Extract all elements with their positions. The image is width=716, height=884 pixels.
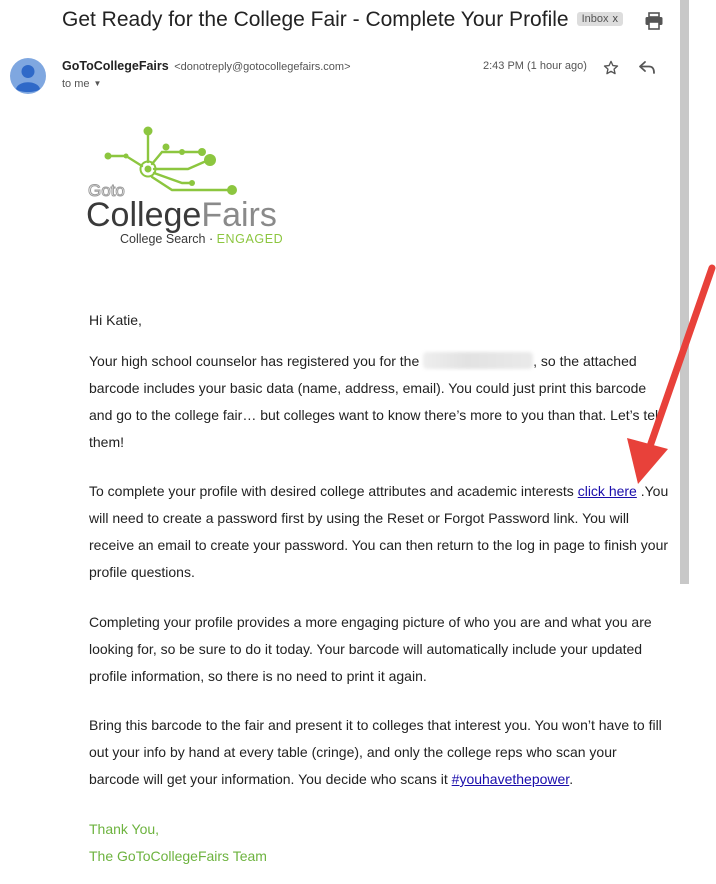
print-icon[interactable] <box>644 12 664 30</box>
greeting: Hi Katie, <box>89 312 142 328</box>
p4-text-start: Bring this barcode to the fair and prese… <box>89 717 662 787</box>
logo-tagline: College Search · ENGAGED <box>120 232 283 246</box>
sender-name: GoToCollegeFairs <box>62 59 169 73</box>
sender-email: <donotreply@gotocollegefairs.com> <box>174 61 351 73</box>
p1-text-start: Your high school counselor has registere… <box>89 353 424 369</box>
signoff-thank-you: Thank You, <box>89 821 160 837</box>
gotocollegefairs-logo: Goto CollegeFairs College Search · ENGAG… <box>86 126 283 246</box>
recipient-details-toggle[interactable]: to me ▼ <box>62 78 101 90</box>
paragraph-registration: Your high school counselor has registere… <box>89 348 669 456</box>
inbox-label-text: Inbox <box>581 13 609 25</box>
remove-label-button[interactable]: x <box>613 13 619 25</box>
inbox-label-badge: Inbox x <box>576 12 624 26</box>
subject-text: Get Ready for the College Fair - Complet… <box>62 8 569 31</box>
paragraph-complete-profile: To complete your profile with desired co… <box>89 478 669 586</box>
youhavethepower-link[interactable]: #youhavethepower <box>452 771 570 787</box>
paragraph-engaging-profile: Completing your profile provides a more … <box>89 614 652 684</box>
email-subject: Get Ready for the College Fair - Complet… <box>62 8 624 32</box>
recipient-text: to me <box>62 78 90 90</box>
email-timestamp: 2:43 PM (1 hour ago) <box>483 60 587 72</box>
paragraph-bring-barcode: Bring this barcode to the fair and prese… <box>89 712 669 793</box>
p2-text-start: To complete your profile with desired co… <box>89 483 578 499</box>
logo-wordmark: CollegeFairs <box>86 196 277 234</box>
reply-icon[interactable] <box>638 60 656 76</box>
chevron-down-icon: ▼ <box>93 79 102 88</box>
signoff-team: The GoToCollegeFairs Team <box>89 848 267 864</box>
sender-info: GoToCollegeFairs <donotreply@gotocollege… <box>62 59 351 73</box>
annotation-arrow <box>627 264 716 484</box>
redacted-event-name <box>423 352 534 369</box>
star-icon[interactable] <box>602 59 620 77</box>
p4-text-end: . <box>569 771 574 787</box>
avatar <box>10 58 46 94</box>
